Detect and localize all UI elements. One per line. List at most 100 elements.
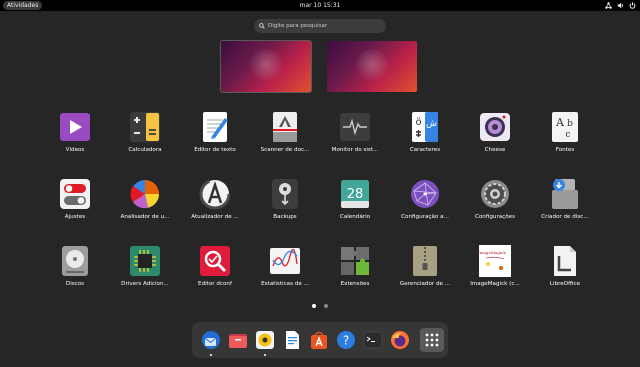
thunderbird-icon[interactable] [201, 330, 221, 350]
app-label: Editor de texto [194, 147, 236, 153]
app-disks[interactable]: Discos [41, 244, 109, 300]
dock: ? [192, 322, 448, 358]
svg-text:ش: ش [426, 119, 437, 129]
app-label: Criador de disc... [541, 214, 589, 220]
app-label: Cheese [484, 147, 506, 153]
app-extensions[interactable]: Extensões [321, 244, 389, 300]
wallpaper-logo [249, 49, 283, 83]
writer-icon[interactable] [282, 330, 302, 350]
rhythmbox-icon[interactable] [255, 330, 275, 350]
app-label: Vídeos [65, 147, 85, 153]
workspace-thumbnail-2[interactable] [327, 41, 417, 92]
app-label: Caracteres [409, 147, 441, 153]
search-bar[interactable] [254, 19, 386, 33]
help-icon[interactable]: ? [336, 330, 356, 350]
usb-disk-icon [552, 179, 578, 209]
svg-text:b: b [567, 119, 573, 129]
app-label: Atualizador de ... [191, 214, 239, 220]
backups-icon [272, 179, 298, 209]
page-indicator-1[interactable] [312, 304, 316, 308]
statistics-icon [270, 248, 300, 274]
files-icon[interactable] [228, 330, 248, 350]
app-disk-usage-analyzer[interactable]: Analisador de u... [111, 177, 179, 233]
system-monitor-icon [340, 113, 370, 141]
app-additional-drivers[interactable]: Drivers Adicion... [111, 244, 179, 300]
app-label: Calendário [339, 214, 371, 220]
puzzle-icon [341, 247, 369, 275]
fonts-icon: Abc [552, 112, 578, 142]
libreoffice-icon [554, 246, 576, 276]
app-label: Drivers Adicion... [121, 281, 169, 287]
disks-icon [62, 246, 88, 276]
videos-icon [60, 113, 90, 141]
calculator-icon [130, 112, 160, 142]
updater-icon [199, 178, 231, 210]
svg-text:ImageMagick: ImageMagick [478, 250, 506, 255]
app-archive-manager[interactable]: Gerenciador de ... [391, 244, 459, 300]
app-label: Configuração a... [401, 214, 449, 220]
app-label: Estatísticas de ... [261, 281, 309, 287]
tweaks-icon [60, 179, 90, 209]
app-label: Monitor do sist... [331, 147, 379, 153]
app-label: Gerenciador de ... [399, 281, 451, 287]
settings-gear-icon [481, 180, 509, 208]
app-calculator[interactable]: Calculadora [111, 110, 179, 166]
archive-icon [413, 246, 437, 276]
imagemagick-icon: ImageMagick [478, 245, 511, 277]
app-label: Ajustes [64, 214, 86, 220]
app-label: Extensões [340, 281, 370, 287]
chip-icon [130, 246, 160, 276]
calendar-icon: 28 [341, 180, 369, 208]
app-dconf-editor[interactable]: Editor dconf [181, 244, 249, 300]
running-indicator [210, 354, 212, 356]
clock[interactable]: mar 10 15:31 [300, 2, 341, 9]
search-icon [259, 23, 265, 29]
wallpaper-logo [355, 49, 389, 83]
app-label: Editor dconf [198, 281, 232, 287]
app-power-statistics[interactable]: Estatísticas de ... [251, 244, 319, 300]
svg-text:ö: ö [415, 117, 421, 128]
show-apps-icon[interactable] [420, 328, 444, 352]
app-software-updater[interactable]: Atualizador de ... [181, 177, 249, 233]
firefox-icon[interactable] [390, 330, 410, 350]
running-indicator [264, 354, 266, 356]
app-imagemagick[interactable]: ImageMagick ImageMagick (c... [461, 244, 529, 300]
app-document-scanner[interactable]: Scanner de doc... [251, 110, 319, 166]
page-indicator-2[interactable] [324, 304, 328, 308]
app-system-monitor[interactable]: Monitor do sist... [321, 110, 389, 166]
app-settings[interactable]: Configurações [461, 177, 529, 233]
app-label: Backups [273, 214, 297, 220]
app-calendar[interactable]: 28 Calendário [321, 177, 389, 233]
search-input[interactable] [268, 23, 386, 29]
svg-text:?: ? [343, 334, 349, 348]
app-backups[interactable]: Backups [251, 177, 319, 233]
app-startup-disk-creator[interactable]: Criador de disc... [531, 177, 599, 233]
terminal-icon[interactable] [363, 330, 383, 350]
volume-icon [617, 2, 624, 9]
scanner-icon [273, 112, 297, 142]
system-tray[interactable] [605, 0, 636, 11]
app-label: Configurações [474, 214, 516, 220]
power-icon [629, 2, 636, 9]
disk-usage-icon [130, 180, 160, 209]
app-accessibility-settings[interactable]: Configuração a... [391, 177, 459, 233]
app-center-icon[interactable] [309, 330, 329, 350]
app-characters[interactable]: öش Caracteres [391, 110, 459, 166]
app-label: Analisador de u... [120, 214, 170, 220]
app-tweaks[interactable]: Ajustes [41, 177, 109, 233]
svg-text:A: A [555, 116, 565, 129]
app-fonts[interactable]: Abc Fontes [531, 110, 599, 166]
app-cheese[interactable]: Cheese [461, 110, 529, 166]
app-label: LibreOffice [549, 281, 581, 287]
activities-button[interactable]: Atividades [3, 1, 43, 10]
app-label: Calculadora [128, 147, 162, 153]
app-label: Discos [65, 281, 85, 287]
app-videos[interactable]: Vídeos [41, 110, 109, 166]
top-bar: Atividades mar 10 15:31 [0, 0, 640, 11]
dconf-icon [200, 246, 230, 276]
app-libreoffice[interactable]: LibreOffice [531, 244, 599, 300]
app-label: Fontes [555, 147, 575, 153]
network-icon [605, 2, 612, 9]
workspace-thumbnail-1[interactable] [221, 41, 311, 92]
app-text-editor[interactable]: Editor de texto [181, 110, 249, 166]
